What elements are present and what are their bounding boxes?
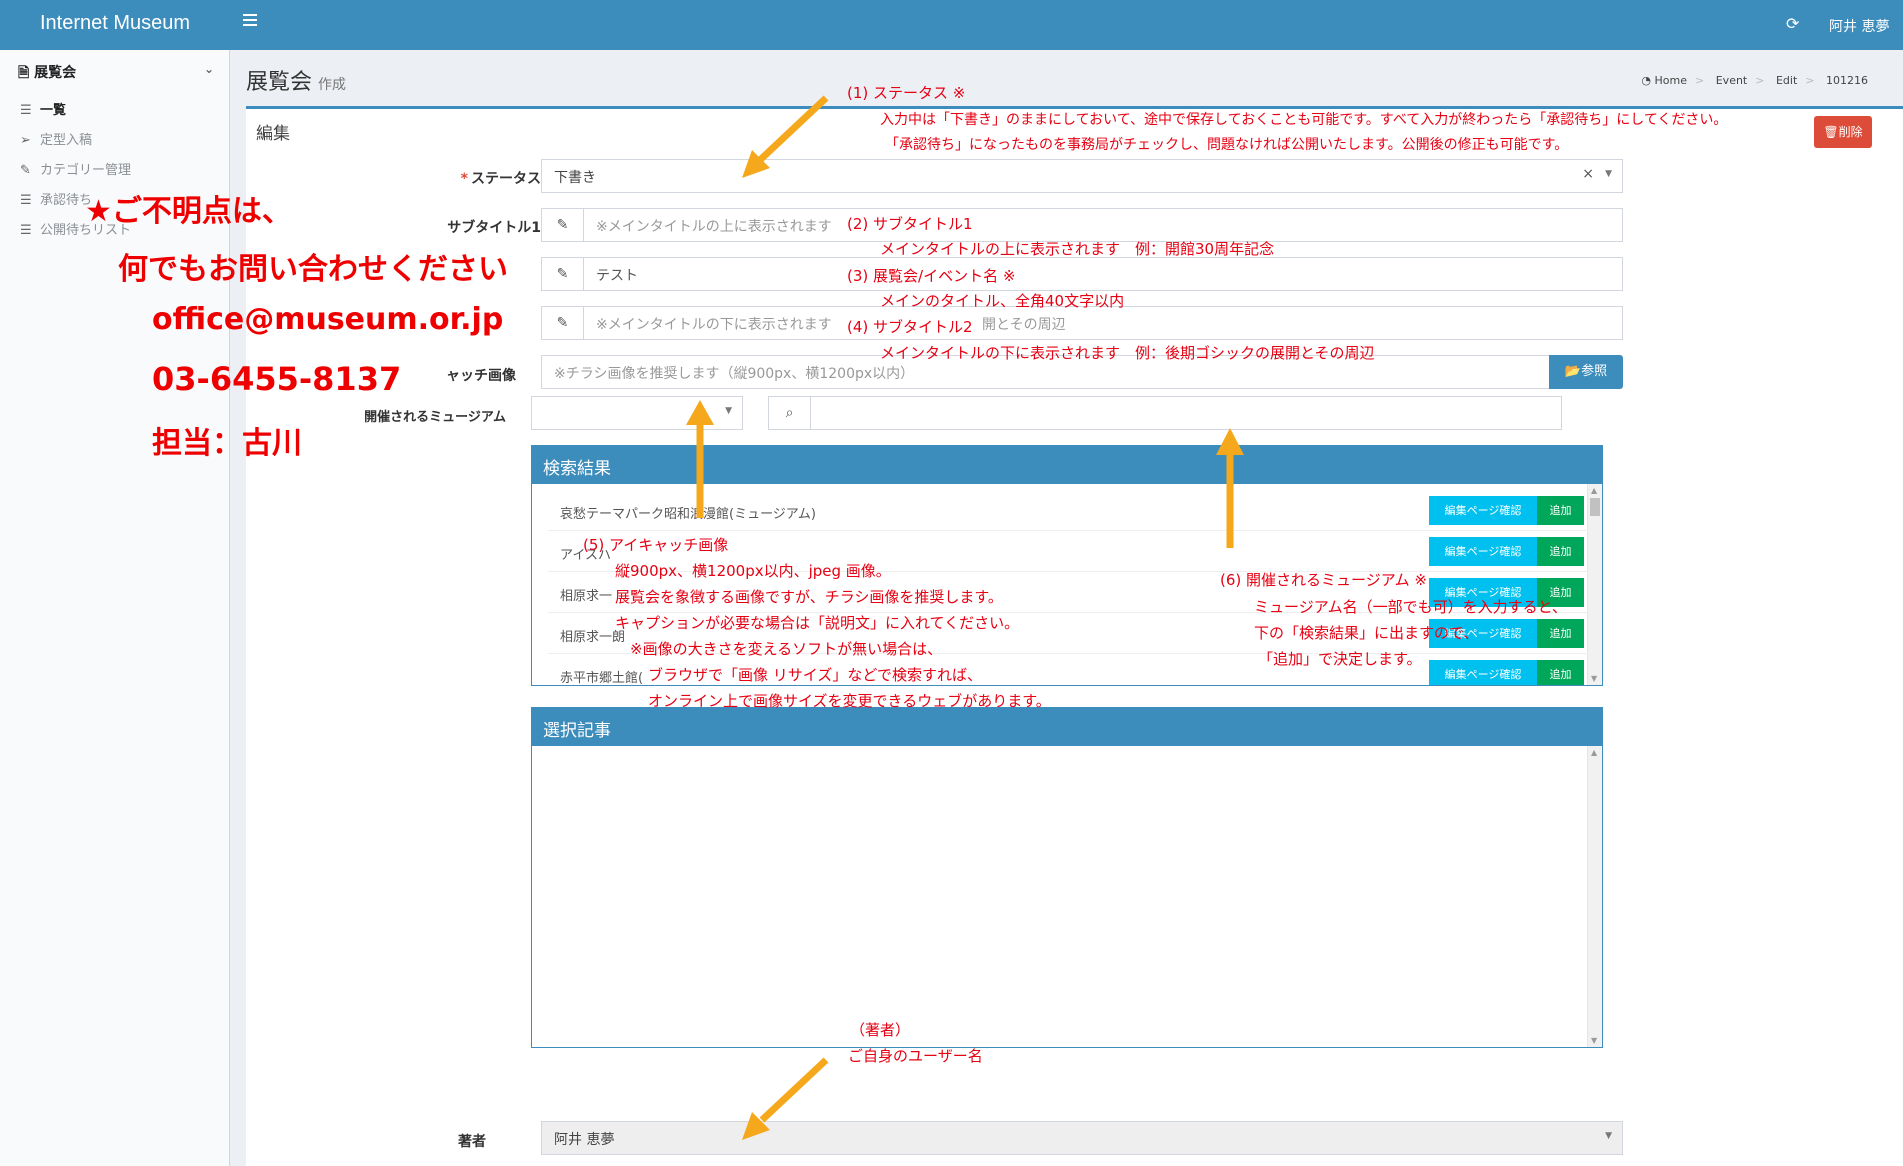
annotation-eyecatch-line1: 縦900px、横1200px以内、jpeg 画像。 [615,562,891,580]
annotation-museum-title: (6) 開催されるミュージアム ※ [1220,571,1428,589]
annotation-eyecatch-line3: キャプションが必要な場合は「説明文」に入れてください。 [615,614,1020,632]
contact-heading: ★ご不明点は、 [85,194,292,229]
annotation-eyecatch-line5: ブラウザで「画像 リサイズ」などで検索すれば、 [648,666,983,684]
annotation-subtitle2-desc: メインタイトルの下に表示されます 例：後期ゴシックの展開とその周辺 [880,344,1375,362]
annotation-arrows [686,95,1244,1140]
annotation-museum-line2: 下の「検索結果」に出ますので、 [1254,624,1479,642]
annotation-author-title: （著者） [850,1021,911,1039]
annotation-subtitle2-title: (4) サブタイトル2 [847,318,973,336]
annotation-status-title: (1) ステータス ※ [847,84,966,102]
contact-subheading: 何でもお問い合わせください [118,252,508,287]
annotation-status-line1: 入力中は「下書き」のままにしておいて、途中で保存しておくことも可能です。すべて入… [880,112,1728,128]
annotation-eyecatch-title: (5) アイキャッチ画像 [583,536,729,554]
annotation-eyecatch-line4: ※画像の大きさを変えるソフトが無い場合は、 [630,640,943,658]
annotation-museum-line1: ミュージアム名（一部でも可）を入力すると、 [1254,598,1568,616]
annotation-title-desc: メインのタイトル、全角40文字以内 [880,292,1125,310]
annotation-eyecatch-line2: 展覧会を象徴する画像ですが、チラシ画像を推奨します。 [615,588,1003,606]
annotation-eyecatch-line6: オンライン上で画像サイズを変更できるウェブがあります。 [648,692,1051,710]
arrow-to-author [759,1057,829,1123]
annotation-subtitle1-desc: メインタイトルの上に表示されます 例：開館30周年記念 [880,240,1275,258]
annotation-title-title: (3) 展覧会/イベント名 ※ [847,267,1016,285]
annotation-museum-line3: 「追加」で決定します。 [1258,650,1422,668]
contact-person: 担当：古川 [152,426,302,461]
contact-phone: 03-6455-8137 [152,360,402,398]
annotation-subtitle1-title: (2) サブタイトル1 [847,215,973,233]
annotation-status-line2: 「承認待ち」になったものを事務局がチェックし、問題なければ公開いたします。公開後… [885,137,1569,153]
arrow-to-museum-search-head [1216,428,1244,455]
arrow-to-eyecatch-head [686,400,714,425]
arrow-to-status [757,95,829,163]
annotation-author-desc: ご自身のユーザー名 [848,1047,983,1065]
contact-email[interactable]: office@museum.or.jp [152,302,503,337]
